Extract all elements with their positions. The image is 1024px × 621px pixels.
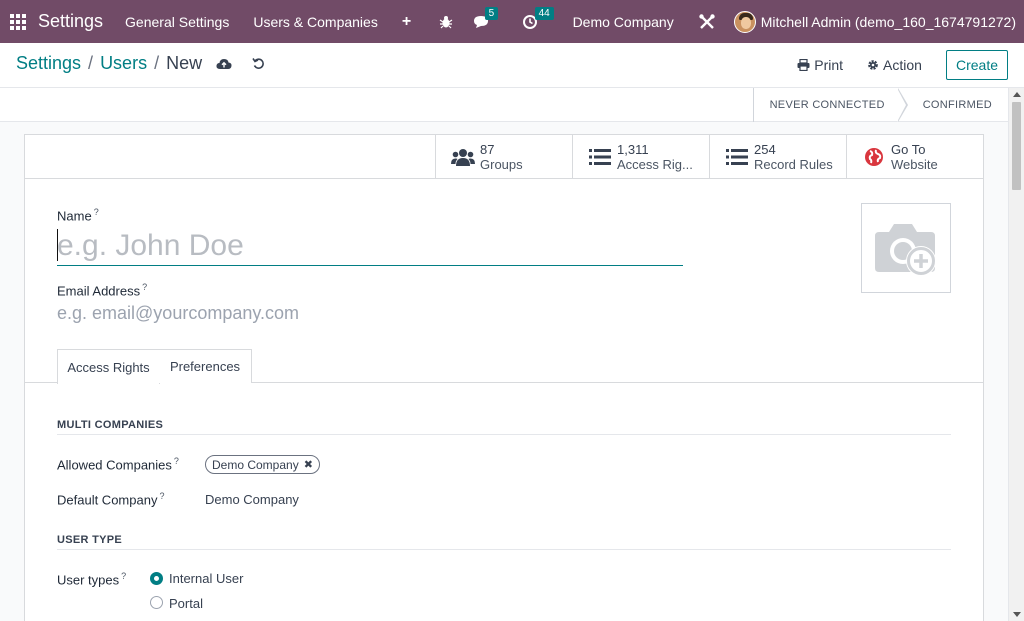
text-caret (57, 229, 58, 261)
name-label: Name? (57, 207, 99, 224)
smart-button-box: 87 Groups 1,311 Access Rig... 254 Record Ru… (25, 135, 983, 179)
app-title[interactable]: Settings (38, 11, 103, 32)
record-rules-count: 254 (754, 142, 776, 157)
groups-label: Groups (480, 157, 523, 172)
allowed-company-tag: Demo Company ✖ (205, 455, 320, 474)
list-icon (587, 148, 613, 166)
access-rights-label: Access Rig... (617, 157, 693, 172)
tools-icon[interactable] (698, 13, 716, 31)
groups-smart-button[interactable]: 87 Groups (435, 135, 572, 179)
status-stages: NEVER CONNECTED CONFIRMED (752, 88, 1008, 122)
company-switcher[interactable]: Demo Company (573, 14, 674, 30)
menu-general-settings[interactable]: General Settings (125, 14, 229, 30)
website-label: Website (891, 157, 938, 172)
scrollbar-thumb[interactable] (1012, 102, 1021, 190)
radio-label-internal-user[interactable]: Internal User (169, 571, 243, 586)
go-to-label: Go To (891, 142, 926, 157)
activities-clock-icon[interactable]: 44 (522, 6, 554, 29)
email-input[interactable] (57, 301, 457, 325)
statusbar: NEVER CONNECTED CONFIRMED (0, 88, 1008, 122)
radio-label-portal[interactable]: Portal (169, 596, 203, 611)
user-menu[interactable]: Mitchell Admin (demo_160_1674791272) (761, 14, 1016, 30)
allowed-companies-label: Allowed Companies? (57, 456, 179, 473)
record-rules-smart-button[interactable]: 254 Record Rules (709, 135, 846, 179)
breadcrumb-separator: / (154, 53, 160, 73)
scroll-down-arrow-icon[interactable] (1013, 612, 1021, 617)
breadcrumb-users[interactable]: Users (100, 53, 147, 74)
breadcrumb-current: New (166, 53, 203, 73)
radio-portal[interactable] (150, 596, 163, 609)
remove-tag-icon[interactable]: ✖ (304, 458, 313, 471)
default-company-value[interactable]: Demo Company (205, 492, 299, 507)
email-label: Email Address? (57, 282, 148, 299)
discard-undo-icon[interactable] (252, 57, 265, 70)
help-icon[interactable]: ? (142, 282, 147, 292)
messages-icon[interactable]: 5 (473, 6, 499, 29)
apps-menu-icon[interactable] (0, 0, 36, 43)
access-rights-count: 1,311 (617, 142, 649, 157)
globe-icon (861, 147, 887, 167)
menu-users-companies[interactable]: Users & Companies (253, 14, 378, 30)
activities-badge: 44 (534, 6, 554, 20)
user-avatar[interactable] (733, 10, 756, 33)
control-panel: Settings / Users / New Print Action Crea… (0, 43, 1024, 88)
create-button[interactable]: Create (945, 50, 1008, 80)
radio-internal-user[interactable] (150, 572, 163, 585)
avatar-upload[interactable] (861, 203, 951, 293)
page-scrollbar[interactable] (1008, 88, 1024, 621)
action-menu[interactable]: Action (867, 57, 922, 73)
action-label: Action (883, 57, 922, 73)
users-icon (450, 147, 476, 167)
tab-preferences[interactable]: Preferences (159, 349, 252, 383)
user-types-label: User types? (57, 571, 127, 588)
print-icon (797, 59, 810, 71)
save-cloud-icon[interactable] (216, 58, 232, 70)
default-company-label: Default Company? (57, 491, 165, 508)
print-label: Print (814, 57, 844, 73)
breadcrumb-settings[interactable]: Settings (16, 53, 81, 74)
stage-confirmed[interactable]: CONFIRMED (907, 88, 1008, 122)
go-to-website-smart-button[interactable]: Go To Website (846, 135, 983, 179)
camera-plus-icon (875, 224, 936, 276)
groups-count: 87 (480, 142, 495, 157)
tab-access-rights[interactable]: Access Rights (57, 349, 160, 384)
help-icon[interactable]: ? (159, 491, 164, 501)
record-rules-label: Record Rules (754, 157, 833, 172)
help-icon[interactable]: ? (94, 207, 99, 217)
name-input[interactable] (57, 226, 683, 266)
messages-badge: 5 (484, 6, 499, 20)
debug-bug-icon[interactable] (439, 15, 453, 29)
help-icon[interactable]: ? (174, 456, 179, 466)
print-menu[interactable]: Print (797, 57, 843, 73)
breadcrumb: Settings / Users / New (16, 53, 265, 74)
notebook-tabs: Access Rights Preferences (25, 349, 983, 384)
breadcrumb-separator: / (88, 53, 94, 73)
access-rights-smart-button[interactable]: 1,311 Access Rig... (572, 135, 709, 179)
add-menu-icon[interactable]: + (402, 13, 411, 31)
stage-never-connected[interactable]: NEVER CONNECTED (754, 88, 908, 122)
top-navbar: Settings General Settings Users & Compan… (0, 0, 1024, 43)
user-type-title: USER TYPE (57, 534, 951, 550)
gear-icon (868, 60, 878, 70)
help-icon[interactable]: ? (121, 571, 126, 581)
list-icon (724, 148, 750, 166)
form-sheet: 87 Groups 1,311 Access Rig... 254 Record Ru… (24, 134, 984, 621)
multi-companies-title: MULTI COMPANIES (57, 419, 951, 435)
scroll-up-arrow-icon[interactable] (1013, 92, 1021, 97)
